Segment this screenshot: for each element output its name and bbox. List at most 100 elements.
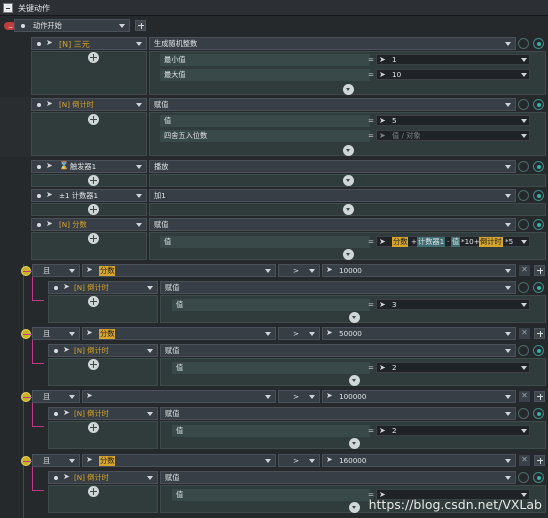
chevron-down-icon[interactable] xyxy=(147,476,153,480)
chevron-down-icon[interactable] xyxy=(265,459,271,463)
chevron-down-icon[interactable] xyxy=(119,24,125,28)
action-select-2[interactable]: 赋值 xyxy=(149,98,516,111)
target-row[interactable]: ➤ [N] 倒计时 xyxy=(48,471,158,484)
close-icon[interactable]: ✕ xyxy=(519,328,530,339)
collapse-icon[interactable] xyxy=(343,145,354,156)
chevron-down-icon[interactable] xyxy=(136,223,142,227)
chevron-down-icon[interactable] xyxy=(136,165,142,169)
param-value-field[interactable]: ➤ 2 xyxy=(376,362,530,373)
refresh-icon[interactable] xyxy=(518,472,529,483)
collapse-icon[interactable] xyxy=(349,438,360,449)
refresh-icon[interactable] xyxy=(518,219,529,230)
chevron-down-icon[interactable] xyxy=(309,395,315,399)
collapse-icon[interactable] xyxy=(349,375,360,386)
action-select-1[interactable]: 生成随机整数 xyxy=(149,37,516,50)
chevron-down-icon[interactable] xyxy=(521,429,527,433)
settings-icon[interactable] xyxy=(533,219,544,230)
action-select[interactable]: 赋值 xyxy=(160,407,516,420)
chevron-down-icon[interactable] xyxy=(505,476,511,480)
target-row[interactable]: ➤ [N] 倒计时 xyxy=(48,281,158,294)
condition-var-select[interactable]: ➤ 分数 xyxy=(82,327,276,340)
action-select[interactable]: 赋值 xyxy=(160,344,516,357)
chevron-down-icon[interactable] xyxy=(69,395,75,399)
add-icon[interactable] xyxy=(88,114,99,125)
chevron-down-icon[interactable] xyxy=(521,134,527,138)
chevron-down-icon[interactable] xyxy=(505,194,511,198)
token-var[interactable]: 倒计时 xyxy=(479,237,503,247)
settings-icon[interactable] xyxy=(533,345,544,356)
action-select-5[interactable]: 赋值 xyxy=(149,218,516,231)
root-block[interactable]: 动作开始 xyxy=(14,19,130,32)
settings-icon[interactable] xyxy=(533,408,544,419)
chevron-down-icon[interactable] xyxy=(136,103,142,107)
collapse-toggle[interactable] xyxy=(3,3,13,13)
action-select[interactable]: 赋值 xyxy=(160,471,516,484)
logic-select[interactable]: 且 xyxy=(32,327,80,340)
condition-var-select[interactable]: ➤ 分数 xyxy=(82,264,276,277)
condition-value-field[interactable]: ➤ 50000 xyxy=(322,327,516,340)
settings-icon[interactable] xyxy=(533,161,544,172)
chevron-down-icon[interactable] xyxy=(521,366,527,370)
refresh-icon[interactable] xyxy=(518,161,529,172)
chevron-down-icon[interactable] xyxy=(505,165,511,169)
chevron-down-icon[interactable] xyxy=(265,332,271,336)
add-icon[interactable] xyxy=(88,52,99,63)
refresh-icon[interactable] xyxy=(518,38,529,49)
add-icon[interactable] xyxy=(88,486,99,497)
chevron-down-icon[interactable] xyxy=(136,194,142,198)
settings-icon[interactable] xyxy=(533,282,544,293)
chevron-down-icon[interactable] xyxy=(69,269,75,273)
chevron-down-icon[interactable] xyxy=(309,269,315,273)
chevron-down-icon[interactable] xyxy=(521,303,527,307)
action-select-4[interactable]: 加1 xyxy=(149,189,516,202)
param-value-field[interactable]: ➤ 5 xyxy=(376,115,530,126)
add-root-button[interactable] xyxy=(135,20,146,31)
action-row-1[interactable]: ➤ [N] 三元 xyxy=(31,37,147,50)
add-condition-button[interactable] xyxy=(534,265,545,276)
chevron-down-icon[interactable] xyxy=(505,349,511,353)
chevron-down-icon[interactable] xyxy=(147,349,153,353)
add-icon[interactable] xyxy=(88,233,99,244)
settings-icon[interactable] xyxy=(533,38,544,49)
operator-select[interactable]: > xyxy=(278,264,320,277)
chevron-down-icon[interactable] xyxy=(521,119,527,123)
operator-select[interactable]: > xyxy=(278,454,320,467)
logic-select[interactable]: 且 xyxy=(32,454,80,467)
target-row[interactable]: ➤ [N] 倒计时 xyxy=(48,407,158,420)
chevron-down-icon[interactable] xyxy=(505,223,511,227)
refresh-icon[interactable] xyxy=(518,99,529,110)
operator-select[interactable]: > xyxy=(278,390,320,403)
refresh-icon[interactable] xyxy=(518,282,529,293)
condition-value-field[interactable]: ➤ 160000 xyxy=(322,454,516,467)
refresh-icon[interactable] xyxy=(518,408,529,419)
chevron-down-icon[interactable] xyxy=(147,412,153,416)
operator-select[interactable]: > xyxy=(278,327,320,340)
collapse-icon[interactable] xyxy=(343,249,354,260)
action-row-5[interactable]: ➤ [N] 分数 xyxy=(31,218,147,231)
param-value-field[interactable]: ➤ 值 / 对象 xyxy=(376,130,530,141)
action-row-3[interactable]: ➤ ⌛ 触发器1 xyxy=(31,160,147,173)
chevron-down-icon[interactable] xyxy=(521,58,527,62)
chevron-down-icon[interactable] xyxy=(521,240,527,244)
chevron-down-icon[interactable] xyxy=(69,459,75,463)
chevron-down-icon[interactable] xyxy=(505,459,511,463)
condition-value-field[interactable]: ➤ 100000 xyxy=(322,390,516,403)
param-value-field[interactable]: ➤ 10 xyxy=(376,69,530,80)
settings-icon[interactable] xyxy=(533,190,544,201)
chevron-down-icon[interactable] xyxy=(505,332,511,336)
chevron-down-icon[interactable] xyxy=(505,412,511,416)
target-row[interactable]: ➤ [N] 倒计时 xyxy=(48,344,158,357)
add-icon[interactable] xyxy=(88,296,99,307)
action-select-3[interactable]: 播放 xyxy=(149,160,516,173)
condition-value-field[interactable]: ➤ 10000 xyxy=(322,264,516,277)
action-select[interactable]: 赋值 xyxy=(160,281,516,294)
action-row-4[interactable]: ➤ ±1 计数器1 xyxy=(31,189,147,202)
param-value-field[interactable]: ➤ 3 xyxy=(376,299,530,310)
chevron-down-icon[interactable] xyxy=(309,332,315,336)
param-value-field[interactable]: ➤ 1 xyxy=(376,54,530,65)
chevron-down-icon[interactable] xyxy=(265,269,271,273)
chevron-down-icon[interactable] xyxy=(136,42,142,46)
chevron-down-icon[interactable] xyxy=(147,286,153,290)
chevron-down-icon[interactable] xyxy=(505,395,511,399)
refresh-icon[interactable] xyxy=(518,190,529,201)
